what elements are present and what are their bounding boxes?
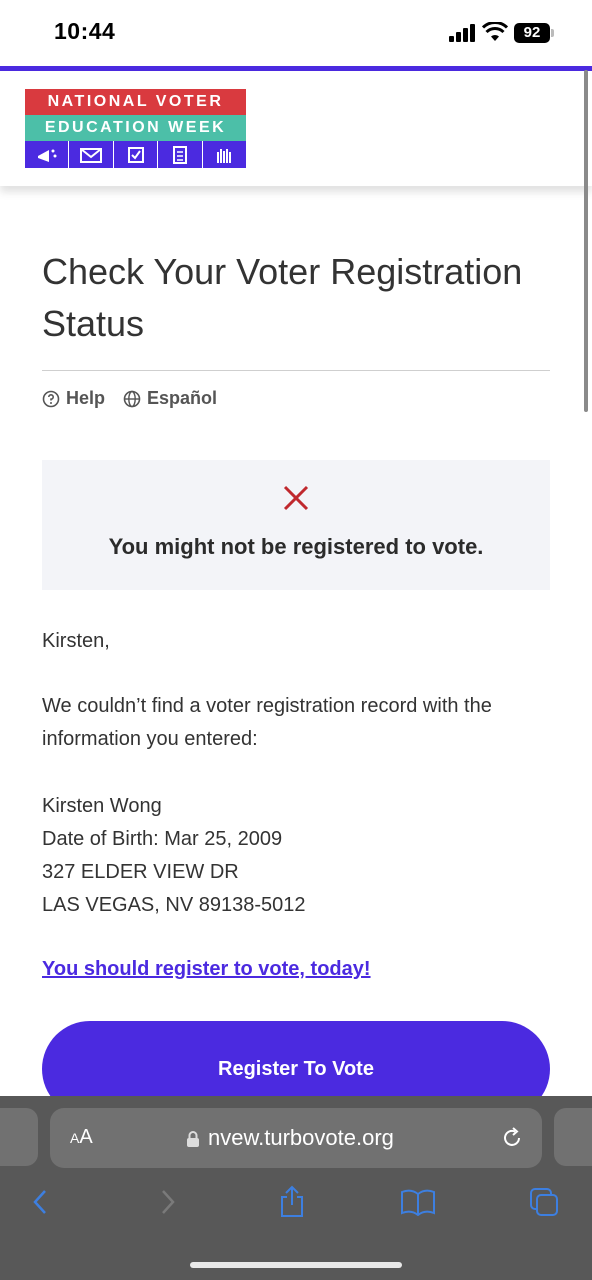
entered-dob: Date of Birth: Mar 25, 2009 <box>42 828 283 850</box>
battery-tip <box>551 29 554 37</box>
ballot-box-icon <box>114 141 159 168</box>
registration-status-box: You might not be registered to vote. <box>42 460 550 590</box>
address-bar[interactable]: AA nvew.turbovote.org <box>50 1108 542 1168</box>
next-tab-preview[interactable] <box>554 1108 592 1166</box>
page-title: Check Your Voter Registration Status <box>42 251 523 344</box>
status-time: 10:44 <box>54 18 116 44</box>
logo-line-2: EDUCATION WEEK <box>25 115 246 141</box>
entered-street: 327 ELDER VIEW DR <box>42 861 239 883</box>
entered-name: Kirsten Wong <box>42 795 162 817</box>
site-header: NATIONAL VOTER EDUCATION WEEK <box>0 71 592 186</box>
not-found-message: We couldn’t find a voter registration re… <box>42 695 492 750</box>
nvew-logo[interactable]: NATIONAL VOTER EDUCATION WEEK <box>25 89 246 168</box>
espanol-link[interactable]: Español <box>123 388 217 409</box>
reload-icon[interactable] <box>500 1126 524 1150</box>
tabs-button[interactable] <box>526 1184 562 1220</box>
entered-city: LAS VEGAS, NV 89138-5012 <box>42 894 306 916</box>
safari-nav-row <box>0 1184 592 1224</box>
espanol-label: Español <box>147 388 218 408</box>
previous-tab-preview[interactable] <box>0 1108 38 1166</box>
book-icon <box>401 1189 435 1216</box>
logo-line-1: NATIONAL VOTER <box>25 89 246 115</box>
raised-hands-icon <box>203 141 246 168</box>
cellular-signal-icon <box>449 24 475 42</box>
help-link[interactable]: Help <box>42 388 105 409</box>
page-links: Help Español <box>42 388 235 409</box>
status-message: You might not be registered to vote. <box>108 534 484 559</box>
share-button[interactable] <box>274 1184 310 1220</box>
forward-button[interactable] <box>150 1184 186 1220</box>
battery-icon: 92 <box>514 23 550 43</box>
checklist-icon <box>158 141 203 168</box>
logo-icon-strip <box>25 141 246 168</box>
error-x-icon <box>283 485 309 511</box>
globe-icon <box>123 390 141 407</box>
back-button[interactable] <box>22 1184 58 1220</box>
page-scrollbar[interactable] <box>584 70 588 412</box>
chevron-left-icon <box>33 1190 46 1214</box>
lock-icon <box>187 1131 199 1147</box>
help-icon <box>42 390 60 407</box>
share-icon <box>281 1185 303 1217</box>
greeting-text: Kirsten, <box>42 630 110 652</box>
reader-aa-button[interactable]: AA <box>70 1126 93 1149</box>
home-indicator <box>190 1262 402 1268</box>
chevron-right-icon <box>162 1190 175 1214</box>
title-divider <box>42 370 550 371</box>
tabs-icon <box>530 1188 558 1216</box>
register-today-link[interactable]: You should register to vote, today! <box>42 958 371 981</box>
status-bar: 10:44 92 <box>0 0 592 66</box>
megaphone-icon <box>25 141 70 168</box>
wifi-icon <box>482 22 508 41</box>
help-label: Help <box>66 388 106 408</box>
safari-toolbar: AA nvew.turbovote.org <box>0 1096 592 1280</box>
url-text[interactable]: nvew.turbovote.org <box>208 1125 394 1151</box>
bookmarks-button[interactable] <box>400 1184 436 1220</box>
entered-info: Kirsten Wong Date of Birth: Mar 25, 2009… <box>42 790 306 922</box>
envelope-icon <box>69 141 114 168</box>
